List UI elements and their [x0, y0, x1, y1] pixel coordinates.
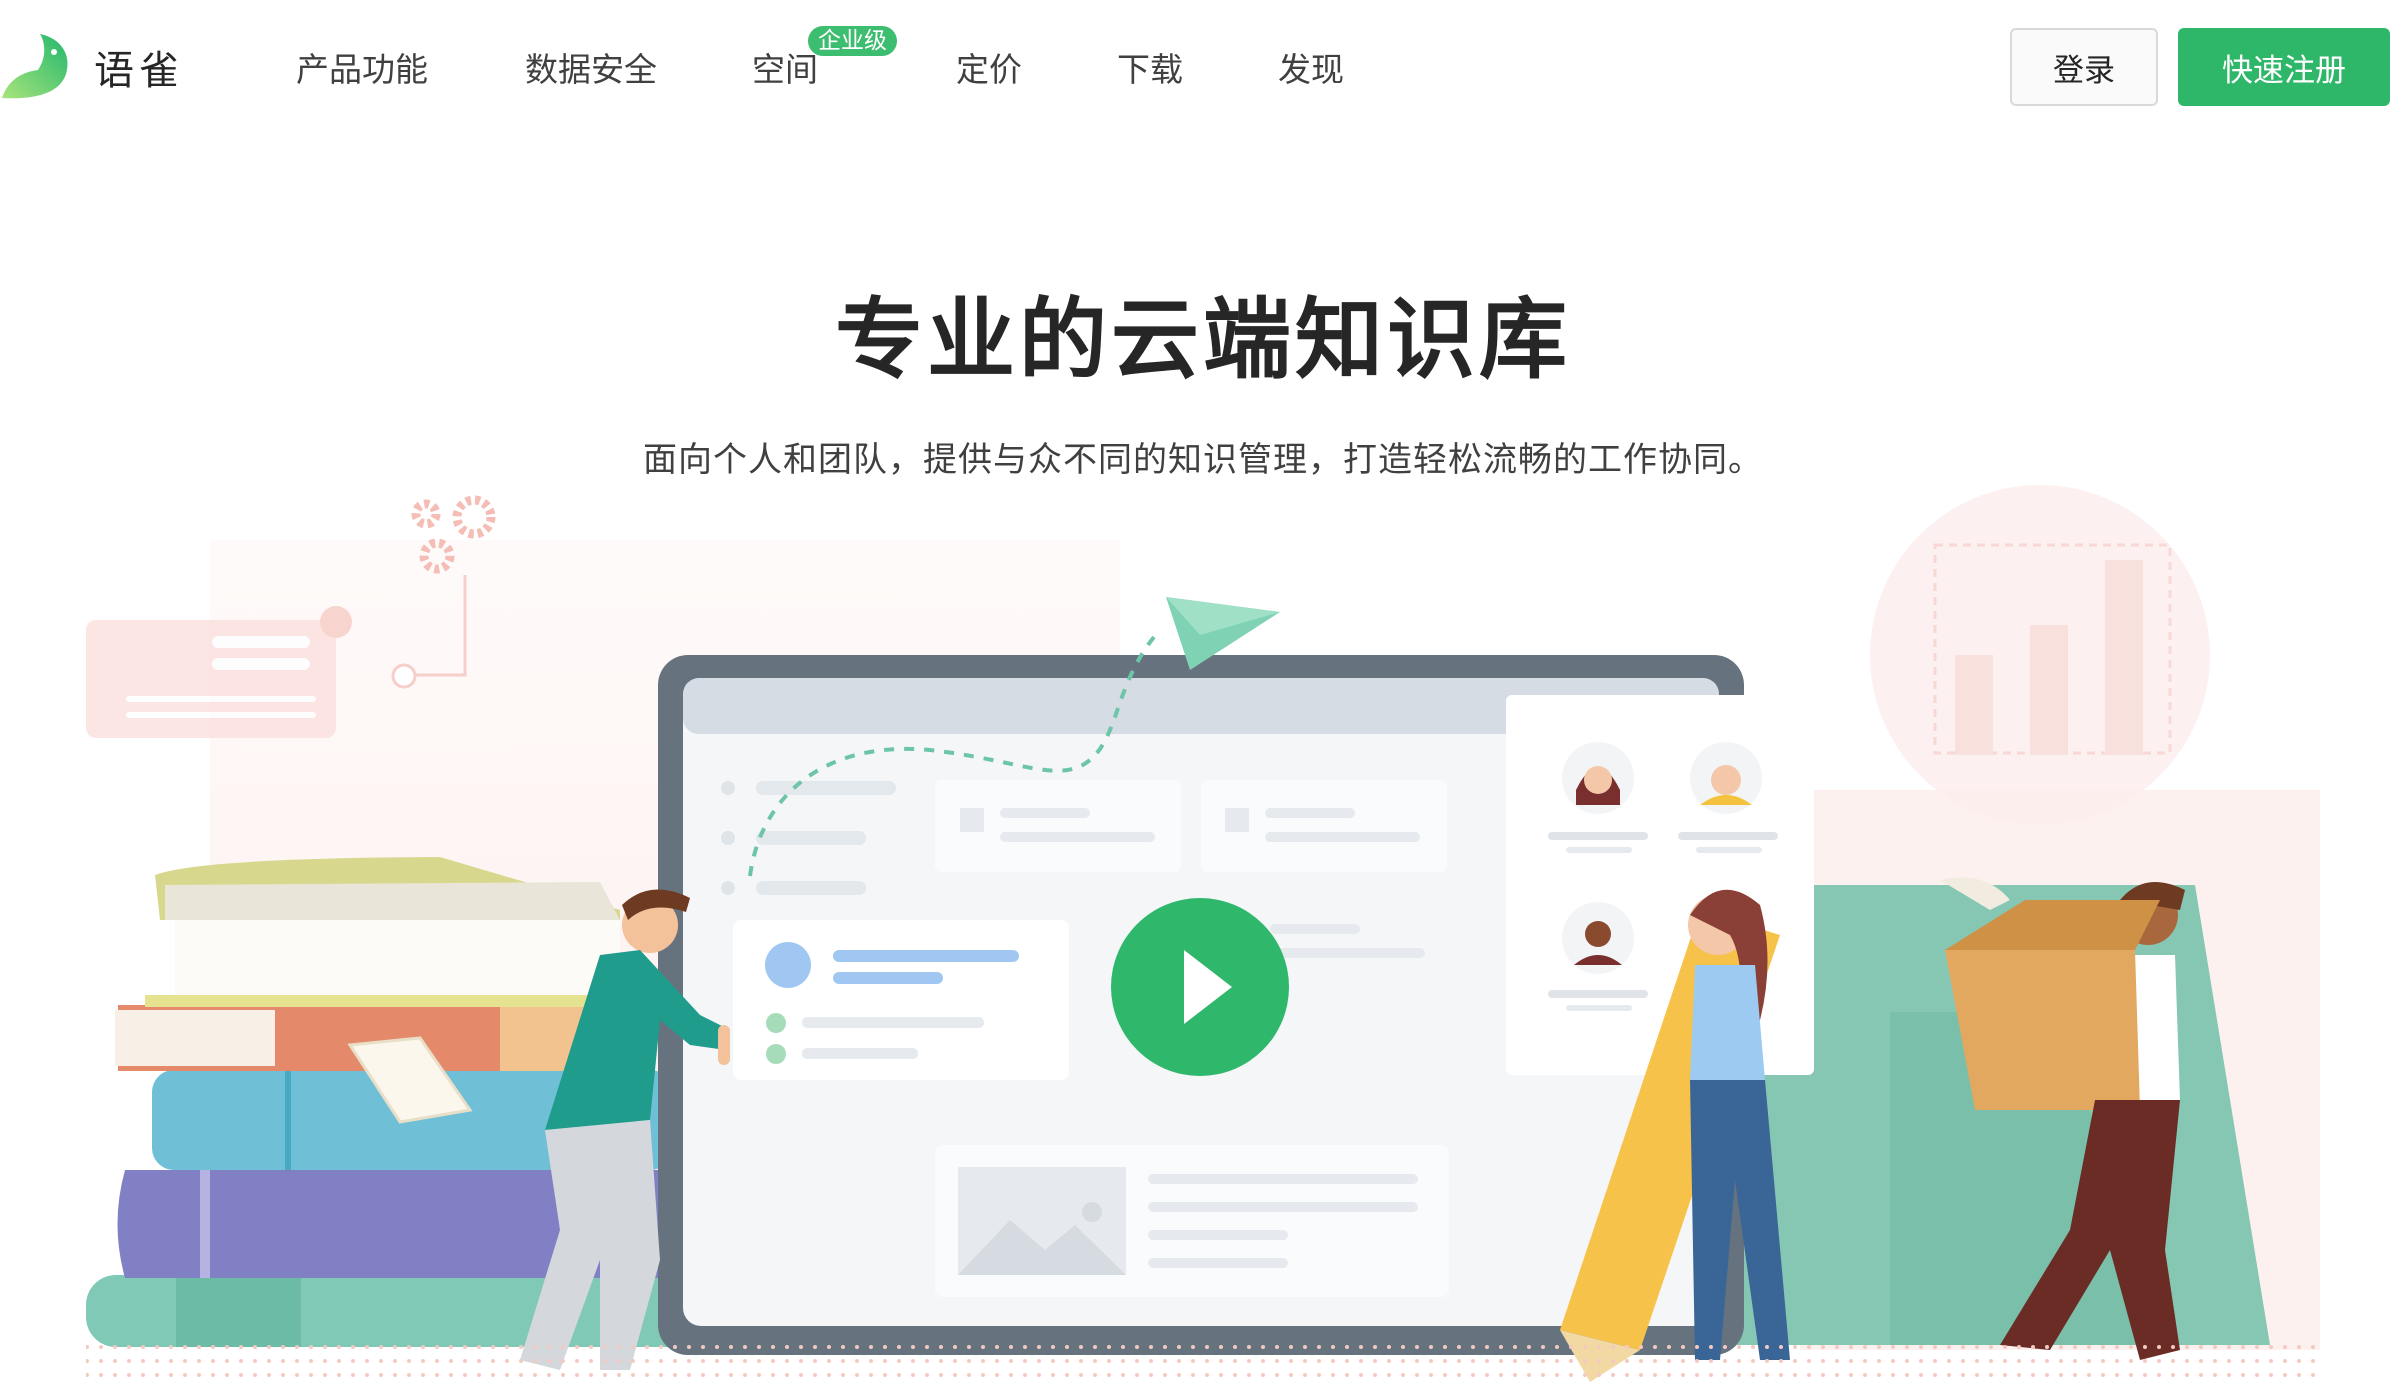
- top-navigation-bar: 语雀 产品功能 数据安全 空间 定价 下载 发现 企业级 登录 快速注册: [0, 0, 2406, 138]
- chat-bubble: [86, 606, 352, 738]
- floor-dots: [86, 1340, 2316, 1382]
- brand-name: 语雀: [94, 48, 184, 94]
- register-button[interactable]: 快速注册: [2178, 28, 2390, 106]
- brand-logo[interactable]: 语雀: [0, 32, 184, 102]
- nav-item-discover[interactable]: 发现: [1278, 40, 1344, 100]
- enterprise-badge: 企业级: [808, 26, 897, 56]
- nav-item-features[interactable]: 产品功能: [296, 40, 428, 100]
- nav-item-security[interactable]: 数据安全: [525, 40, 657, 100]
- hero-title: 专业的云端知识库: [834, 288, 1571, 391]
- hero-illustration: [86, 485, 2320, 1382]
- login-button[interactable]: 登录: [2010, 28, 2158, 106]
- yuque-bird-icon: [2, 34, 68, 99]
- team-card: [1506, 695, 1814, 1075]
- nav-item-space[interactable]: 空间: [752, 40, 818, 100]
- play-button[interactable]: [1111, 898, 1289, 1076]
- nav-item-pricing[interactable]: 定价: [956, 40, 1022, 100]
- nav-item-download[interactable]: 下载: [1117, 40, 1183, 100]
